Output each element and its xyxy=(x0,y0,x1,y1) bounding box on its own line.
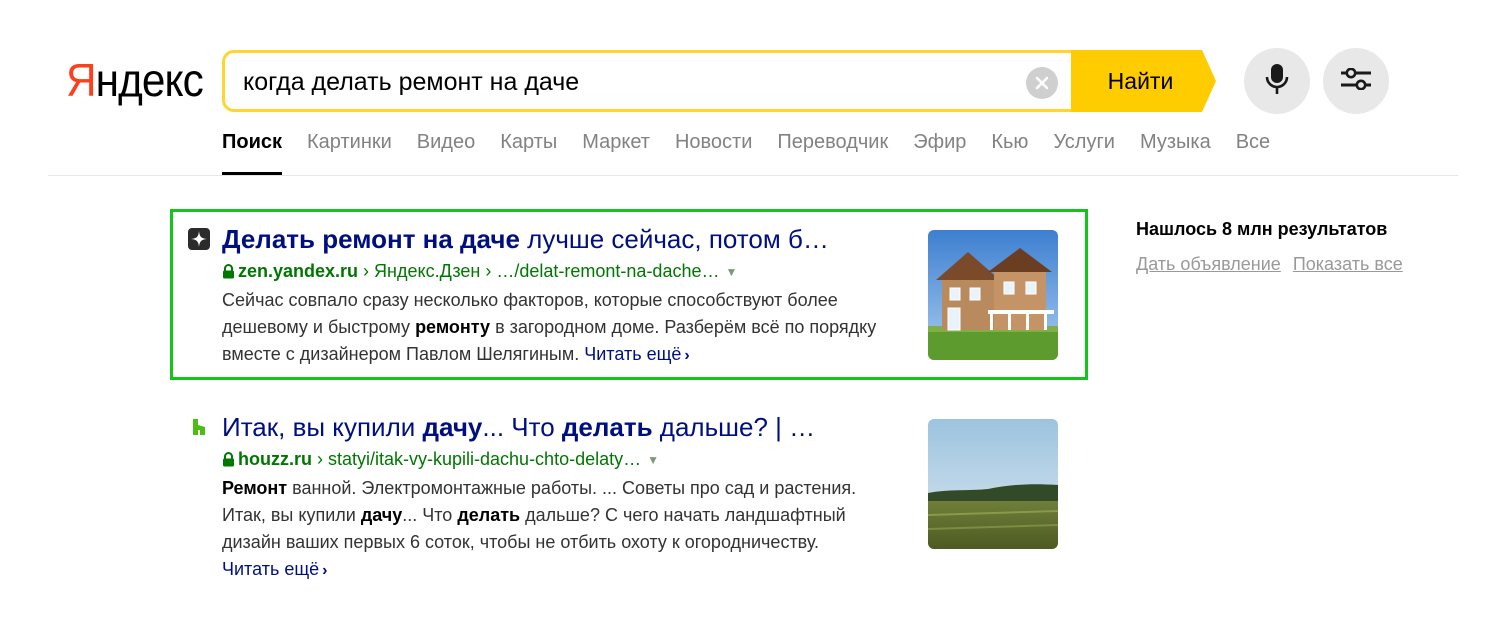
lock-icon xyxy=(222,261,235,285)
close-icon xyxy=(1035,72,1049,94)
tab-services[interactable]: Услуги xyxy=(1053,128,1115,172)
title-text: Итак, вы купили xyxy=(222,412,423,442)
tab-images[interactable]: Картинки xyxy=(307,128,392,172)
microphone-icon xyxy=(1265,63,1289,100)
sidebar-links: Дать объявление Показать все xyxy=(1136,254,1415,275)
tab-maps[interactable]: Карты xyxy=(500,128,557,172)
tab-all[interactable]: Все xyxy=(1236,128,1270,172)
lock-icon xyxy=(222,449,235,473)
snippet-highlight: дачу xyxy=(360,505,403,525)
result-snippet: Сейчас совпало сразу несколько факторов,… xyxy=(222,287,902,369)
snippet-text: ... Что xyxy=(402,505,458,525)
title-highlight: дачу xyxy=(422,412,483,442)
chevron-right-icon: › xyxy=(322,562,328,579)
result-thumbnail-house[interactable] xyxy=(928,230,1058,360)
tab-q[interactable]: Кью xyxy=(991,128,1028,172)
clear-search-button[interactable] xyxy=(1026,67,1058,99)
tab-news[interactable]: Новости xyxy=(675,128,752,172)
title-text: дальше? | … xyxy=(652,412,816,442)
snippet-highlight: Ремонт xyxy=(222,478,288,498)
result-url: houzz.ru › statyi/itak-vy-kupili-dachu-c… xyxy=(222,447,882,473)
result-path-link[interactable]: …/delat-remont-na-dache… xyxy=(496,261,719,281)
title-text: лучше сейчас, потом б… xyxy=(519,224,829,254)
tab-video[interactable]: Видео xyxy=(417,128,475,172)
snippet-highlight: делать xyxy=(457,505,521,525)
result-domain-link[interactable]: houzz.ru xyxy=(238,449,312,469)
post-ad-link[interactable]: Дать объявление xyxy=(1136,254,1281,274)
houzz-icon xyxy=(188,416,210,438)
results-count: Нашлось 8 млн результатов xyxy=(1136,219,1388,239)
search-verticals-nav: Поиск Картинки Видео Карты Маркет Новост… xyxy=(222,128,1295,176)
show-all-link[interactable]: Показать все xyxy=(1293,254,1403,274)
sliders-icon xyxy=(1340,67,1372,95)
tab-translator[interactable]: Переводчик xyxy=(777,128,888,172)
breadcrumb-separator: › xyxy=(312,449,328,469)
search-input[interactable] xyxy=(243,63,1003,101)
yandex-logo[interactable]: Яндекс xyxy=(66,52,204,108)
breadcrumb-separator: › xyxy=(358,261,375,281)
result-path-link[interactable]: statyi/itak-vy-kupili-dachu-chto-delaty… xyxy=(328,449,641,469)
search-settings-button[interactable] xyxy=(1323,48,1389,114)
logo-letter-ya: Я xyxy=(66,54,97,106)
title-highlight: делать xyxy=(561,412,653,442)
nav-divider xyxy=(48,175,1458,176)
snippet-highlight: ремонту xyxy=(415,317,491,337)
tab-music[interactable]: Музыка xyxy=(1140,128,1211,172)
result-title-link[interactable]: Итак, вы купили дачу... Что делать дальш… xyxy=(222,410,902,444)
result-thumbnail-field[interactable] xyxy=(928,419,1058,549)
breadcrumb-separator: › xyxy=(480,261,497,281)
search-box xyxy=(222,50,1074,112)
search-button[interactable]: Найти xyxy=(1071,50,1216,112)
tab-search[interactable]: Поиск xyxy=(222,128,283,175)
read-more-label: Читать ещё xyxy=(222,559,320,579)
chevron-down-icon[interactable]: ▼ xyxy=(725,265,737,279)
read-more-label: Читать ещё xyxy=(584,344,682,364)
logo-text: ндекс xyxy=(95,54,204,106)
voice-search-button[interactable] xyxy=(1244,48,1310,114)
result-snippet: Ремонт ванной. Электромонтажные работы. … xyxy=(222,475,902,584)
read-more-link[interactable]: Читать ещё › xyxy=(584,344,690,364)
result-title-link[interactable]: Делать ремонт на даче лучше сейчас, пото… xyxy=(222,222,902,256)
result-domain-link[interactable]: zen.yandex.ru xyxy=(238,261,358,281)
title-highlight: Делать ремонт на даче xyxy=(222,224,520,254)
chevron-down-icon[interactable]: ▼ xyxy=(647,453,659,467)
result-breadcrumb-link[interactable]: Яндекс.Дзен xyxy=(374,261,480,281)
result-url: zen.yandex.ru › Яндекс.Дзен › …/delat-re… xyxy=(222,259,882,285)
chevron-right-icon: › xyxy=(684,347,690,364)
zen-icon xyxy=(188,228,210,250)
tab-efir[interactable]: Эфир xyxy=(913,128,966,172)
title-text: ... Что xyxy=(482,412,562,442)
read-more-link[interactable]: Читать ещё › xyxy=(222,559,328,579)
tab-market[interactable]: Маркет xyxy=(582,128,650,172)
